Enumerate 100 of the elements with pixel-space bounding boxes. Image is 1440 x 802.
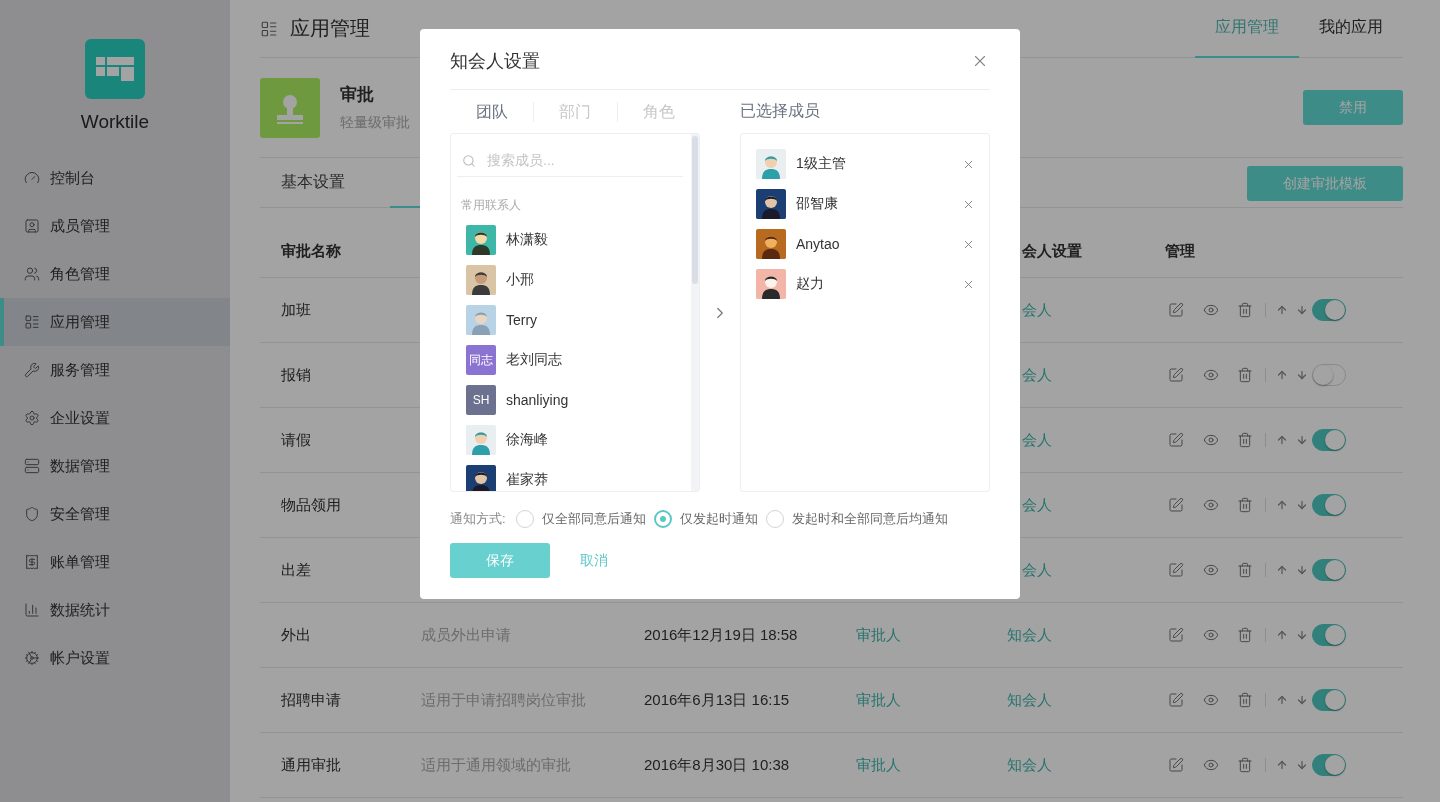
column-header: 会人设置: [1022, 241, 1082, 261]
tab[interactable]: 我的应用: [1299, 0, 1403, 58]
id-card-icon: [24, 218, 40, 234]
table-cell-text: 2016年12月19日 18:58: [644, 625, 799, 645]
arrow-up-icon[interactable]: [1276, 759, 1288, 771]
tab[interactable]: 基本设置: [260, 158, 366, 208]
edit-icon[interactable]: [1168, 692, 1184, 708]
sidebar-item[interactable]: 角色管理: [0, 250, 230, 298]
toggle-switch[interactable]: [1312, 364, 1346, 386]
arrow-up-icon[interactable]: [1276, 369, 1288, 381]
trash-icon[interactable]: [1237, 497, 1253, 513]
eye-icon[interactable]: [1203, 692, 1219, 708]
trash-icon[interactable]: [1237, 367, 1253, 383]
search-field[interactable]: 搜索成员...: [457, 144, 683, 177]
table-cell-text: 加班: [281, 300, 312, 320]
arrow-down-icon[interactable]: [1296, 499, 1308, 511]
toggle-switch[interactable]: [1312, 429, 1346, 451]
arrow-up-icon[interactable]: [1276, 304, 1288, 316]
notify-label: 通知方式:: [450, 510, 506, 528]
avatar: SH: [466, 385, 496, 415]
member-item[interactable]: Terry: [451, 300, 699, 340]
member-item[interactable]: 小邢: [451, 260, 699, 300]
group-label: 常用联系人: [461, 197, 522, 214]
arrow-down-icon[interactable]: [1296, 759, 1308, 771]
trash-icon[interactable]: [1237, 562, 1253, 578]
member-name: Anytao: [796, 236, 841, 252]
arrow-up-icon[interactable]: [1276, 629, 1288, 641]
sidebar-item[interactable]: 成员管理: [0, 202, 230, 250]
eye-icon[interactable]: [1203, 757, 1219, 773]
eye-icon[interactable]: [1203, 627, 1219, 643]
toggle-switch[interactable]: [1312, 559, 1346, 581]
edit-icon[interactable]: [1168, 432, 1184, 448]
eye-icon[interactable]: [1203, 497, 1219, 513]
arrow-up-icon[interactable]: [1276, 564, 1288, 576]
sidebar-item[interactable]: 应用管理: [0, 298, 230, 346]
tab[interactable]: 团队: [450, 101, 534, 122]
column-header: 审批名称: [281, 241, 342, 261]
eye-icon[interactable]: [1203, 367, 1219, 383]
list-icon: [260, 19, 278, 38]
toggle-switch[interactable]: [1312, 494, 1346, 516]
trash-icon[interactable]: [1237, 627, 1253, 643]
member-item[interactable]: 崔家莽: [451, 460, 699, 491]
edit-icon[interactable]: [1168, 562, 1184, 578]
page-title: 应用管理: [290, 16, 370, 41]
sidebar-item[interactable]: 企业设置: [0, 394, 230, 442]
arrow-down-icon[interactable]: [1296, 564, 1308, 576]
sidebar-item[interactable]: 帐户设置: [0, 634, 230, 682]
toggle-switch[interactable]: [1312, 689, 1346, 711]
arrow-down-icon[interactable]: [1296, 694, 1308, 706]
arrow-up-icon[interactable]: [1276, 499, 1288, 511]
edit-icon[interactable]: [1168, 302, 1184, 318]
member-item[interactable]: SH shanliying: [451, 380, 699, 420]
sidebar-item[interactable]: 控制台: [0, 154, 230, 202]
trash-icon[interactable]: [1237, 692, 1253, 708]
edit-icon[interactable]: [1168, 757, 1184, 773]
arrow-down-icon[interactable]: [1296, 629, 1308, 641]
logo-icon: [85, 39, 145, 99]
arrow-up-icon[interactable]: [1276, 694, 1288, 706]
edit-icon[interactable]: [1168, 627, 1184, 643]
radio-option[interactable]: 仅全部同意后通知: [515, 510, 646, 528]
table-cell-text: 2016年8月30日 10:38: [644, 755, 791, 775]
trash-icon[interactable]: [1237, 432, 1253, 448]
toggle-switch[interactable]: [1312, 754, 1346, 776]
arrow-down-icon[interactable]: [1296, 369, 1308, 381]
edit-icon[interactable]: [1168, 367, 1184, 383]
eye-icon[interactable]: [1203, 562, 1219, 578]
eye-icon[interactable]: [1203, 302, 1219, 318]
member-item[interactable]: 林潇毅: [451, 220, 699, 260]
arrow-up-icon[interactable]: [1276, 434, 1288, 446]
bar-chart-icon: [24, 602, 40, 618]
sidebar-item[interactable]: 数据管理: [0, 442, 230, 490]
eye-icon[interactable]: [1203, 432, 1219, 448]
toggle-switch[interactable]: [1312, 299, 1346, 321]
member-item[interactable]: 同志 老刘同志: [451, 340, 699, 380]
receipt-icon: [24, 554, 40, 570]
shield-icon: [24, 506, 40, 522]
sidebar-item[interactable]: 服务管理: [0, 346, 230, 394]
member-item[interactable]: 徐海峰: [451, 420, 699, 460]
sidebar-item[interactable]: 数据统计: [0, 586, 230, 634]
arrow-down-icon[interactable]: [1296, 434, 1308, 446]
member-name: 1级主管: [796, 155, 847, 173]
table-cell-text: 外出: [281, 625, 312, 645]
trash-icon[interactable]: [1237, 302, 1253, 318]
gear-icon: [24, 650, 40, 666]
arrow-down-icon[interactable]: [1296, 304, 1308, 316]
toggle-switch[interactable]: [1312, 624, 1346, 646]
edit-icon[interactable]: [1168, 497, 1184, 513]
sidebar-item[interactable]: 账单管理: [0, 538, 230, 586]
gauge-icon: [24, 170, 40, 186]
radio-option[interactable]: 仅发起时通知: [653, 510, 758, 528]
table-cell-text: 请假: [281, 430, 312, 450]
member-name: 邵智康: [796, 195, 839, 213]
scrollbar[interactable]: [691, 134, 699, 491]
app-name: 审批: [340, 84, 375, 106]
radio-option[interactable]: 发起时和全部同意后均通知: [765, 510, 948, 528]
dialog-title: 知会人设置: [450, 50, 540, 73]
sidebar-item[interactable]: 安全管理: [0, 490, 230, 538]
trash-icon[interactable]: [1237, 757, 1253, 773]
column-header: 管理: [1165, 241, 1196, 261]
server-icon: [24, 458, 40, 474]
